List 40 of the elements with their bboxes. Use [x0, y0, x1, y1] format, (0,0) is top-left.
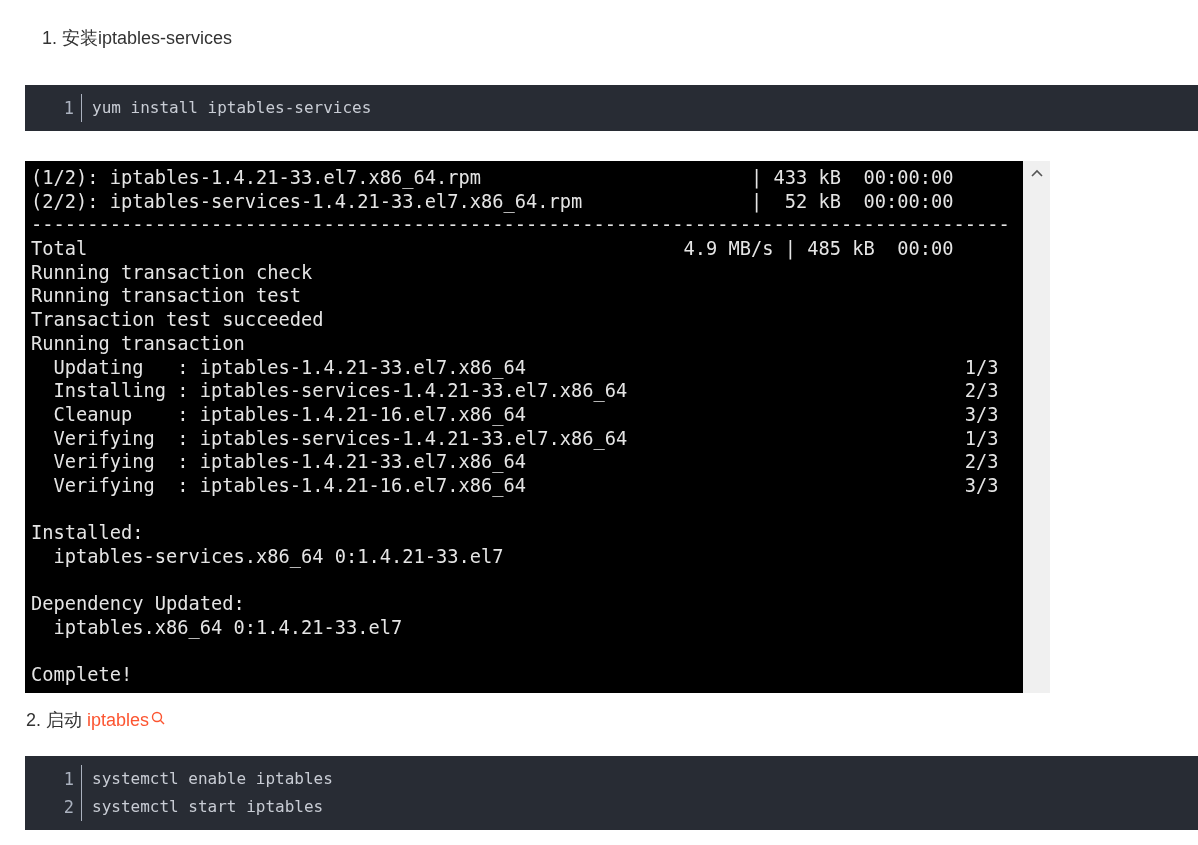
- code-line: systemctl enable iptables: [91, 768, 334, 790]
- code-line: yum install iptables-services: [91, 97, 373, 119]
- terminal-line: | 433 kB 00:00:00: [751, 166, 954, 190]
- terminal-line: Verifying : iptables-1.4.21-16.el7.x86_64: [52, 473, 528, 498]
- line-number: 2: [62, 796, 75, 819]
- terminal-line: Complete!: [31, 663, 133, 688]
- code-line: systemctl start iptables: [91, 796, 325, 818]
- terminal-line: Running transaction test: [31, 284, 302, 309]
- keyword-link[interactable]: iptables: [87, 708, 150, 732]
- terminal-line: Installed:: [31, 521, 144, 545]
- step-heading: 1. 安装iptables-services: [42, 27, 233, 50]
- terminal-line: Updating : iptables-1.4.21-33.el7.x86_64: [52, 355, 528, 380]
- terminal-line: Running transaction check: [31, 260, 313, 285]
- line-number: 1: [62, 768, 75, 791]
- terminal-line: 2/3: [964, 379, 999, 403]
- terminal-line: 1/3: [964, 426, 999, 451]
- terminal-line: Running transaction: [31, 331, 245, 356]
- search-icon[interactable]: [151, 711, 167, 726]
- terminal-line: | 52 kB 00:00:00: [751, 189, 954, 214]
- scroll-up-icon[interactable]: [1030, 169, 1043, 177]
- terminal-line: Total: [31, 237, 89, 261]
- step-heading: 2. 启动: [26, 709, 83, 732]
- line-number: 1: [62, 97, 75, 120]
- terminal-line: 4.9 MB/s | 485 kB 00:00: [683, 237, 954, 261]
- terminal-line: Verifying : iptables-1.4.21-33.el7.x86_64: [52, 450, 528, 474]
- scrollbar[interactable]: [1023, 161, 1050, 693]
- terminal-line: 2/3: [964, 450, 999, 474]
- terminal-line: Verifying : iptables-services-1.4.21-33.el7.x86_64: [52, 426, 629, 451]
- terminal-line: 1/3: [964, 355, 999, 380]
- dashed-separator: ---------------------------------------------------------------------------------------: [31, 213, 1010, 238]
- terminal-line: Dependency Updated:: [31, 592, 245, 617]
- terminal-line: iptables.x86_64 0:1.4.21-33.el7: [52, 616, 403, 640]
- terminal-line: Transaction test succeeded: [31, 308, 324, 332]
- terminal-line: iptables-services.x86_64 0:1.4.21-33.el7: [52, 545, 504, 569]
- terminal-line: Installing : iptables-services-1.4.21-33.el7.x86_64: [52, 379, 629, 403]
- terminal-line: (2/2): iptables-services-1.4.21-33.el7.x86_64.rpm: [31, 189, 584, 214]
- terminal-line: (1/2): iptables-1.4.21-33.el7.x86_64.rpm: [31, 166, 483, 190]
- terminal-line: 3/3: [964, 402, 999, 427]
- terminal-line: 3/3: [964, 473, 999, 498]
- terminal-line: Cleanup : iptables-1.4.21-16.el7.x86_64: [52, 402, 528, 427]
